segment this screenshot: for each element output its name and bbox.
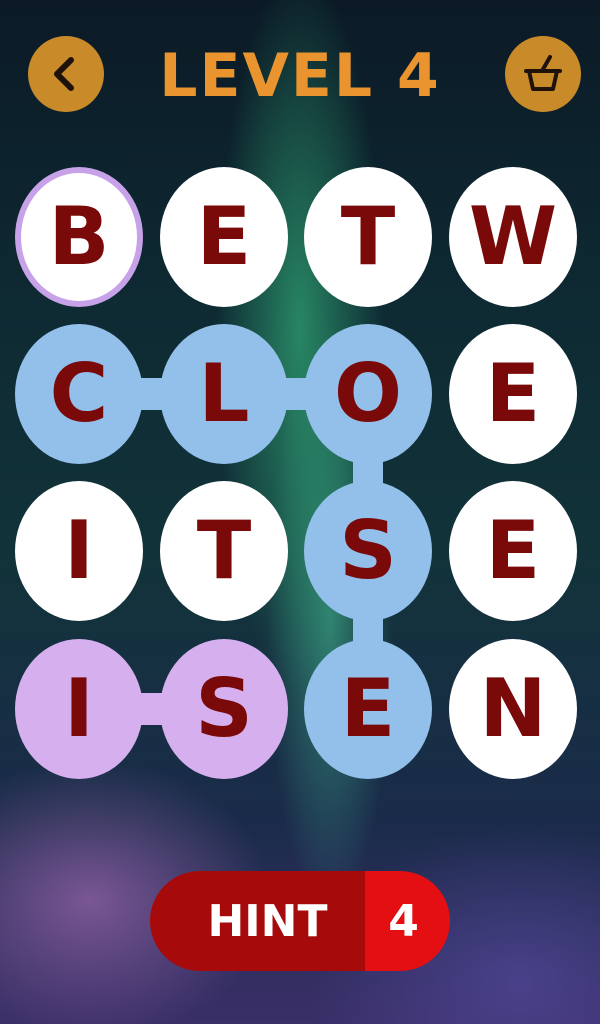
letter-tile[interactable]: W <box>449 167 577 307</box>
letter-tile[interactable]: E <box>160 167 288 307</box>
letter-tile[interactable]: I <box>15 639 143 779</box>
hint-count-badge: 4 <box>365 871 450 971</box>
letter-tile[interactable]: S <box>160 639 288 779</box>
letter-tile[interactable]: O <box>304 324 432 464</box>
letter-tile[interactable]: N <box>449 639 577 779</box>
hint-label: HINT <box>150 871 365 971</box>
hint-button[interactable]: HINT 4 <box>150 871 450 971</box>
letter-tile[interactable]: T <box>160 481 288 621</box>
letter-tile[interactable]: E <box>449 481 577 621</box>
letter-tile[interactable]: B <box>15 167 143 307</box>
letter-tile[interactable]: C <box>15 324 143 464</box>
letter-tile[interactable]: E <box>449 324 577 464</box>
letter-tile[interactable]: L <box>160 324 288 464</box>
letter-tile[interactable]: I <box>15 481 143 621</box>
letter-tile[interactable]: T <box>304 167 432 307</box>
letter-grid: B E T W C L O E I T S E I S E N <box>0 0 600 800</box>
letter-tile[interactable]: S <box>304 481 432 621</box>
letter-tile[interactable]: E <box>304 639 432 779</box>
